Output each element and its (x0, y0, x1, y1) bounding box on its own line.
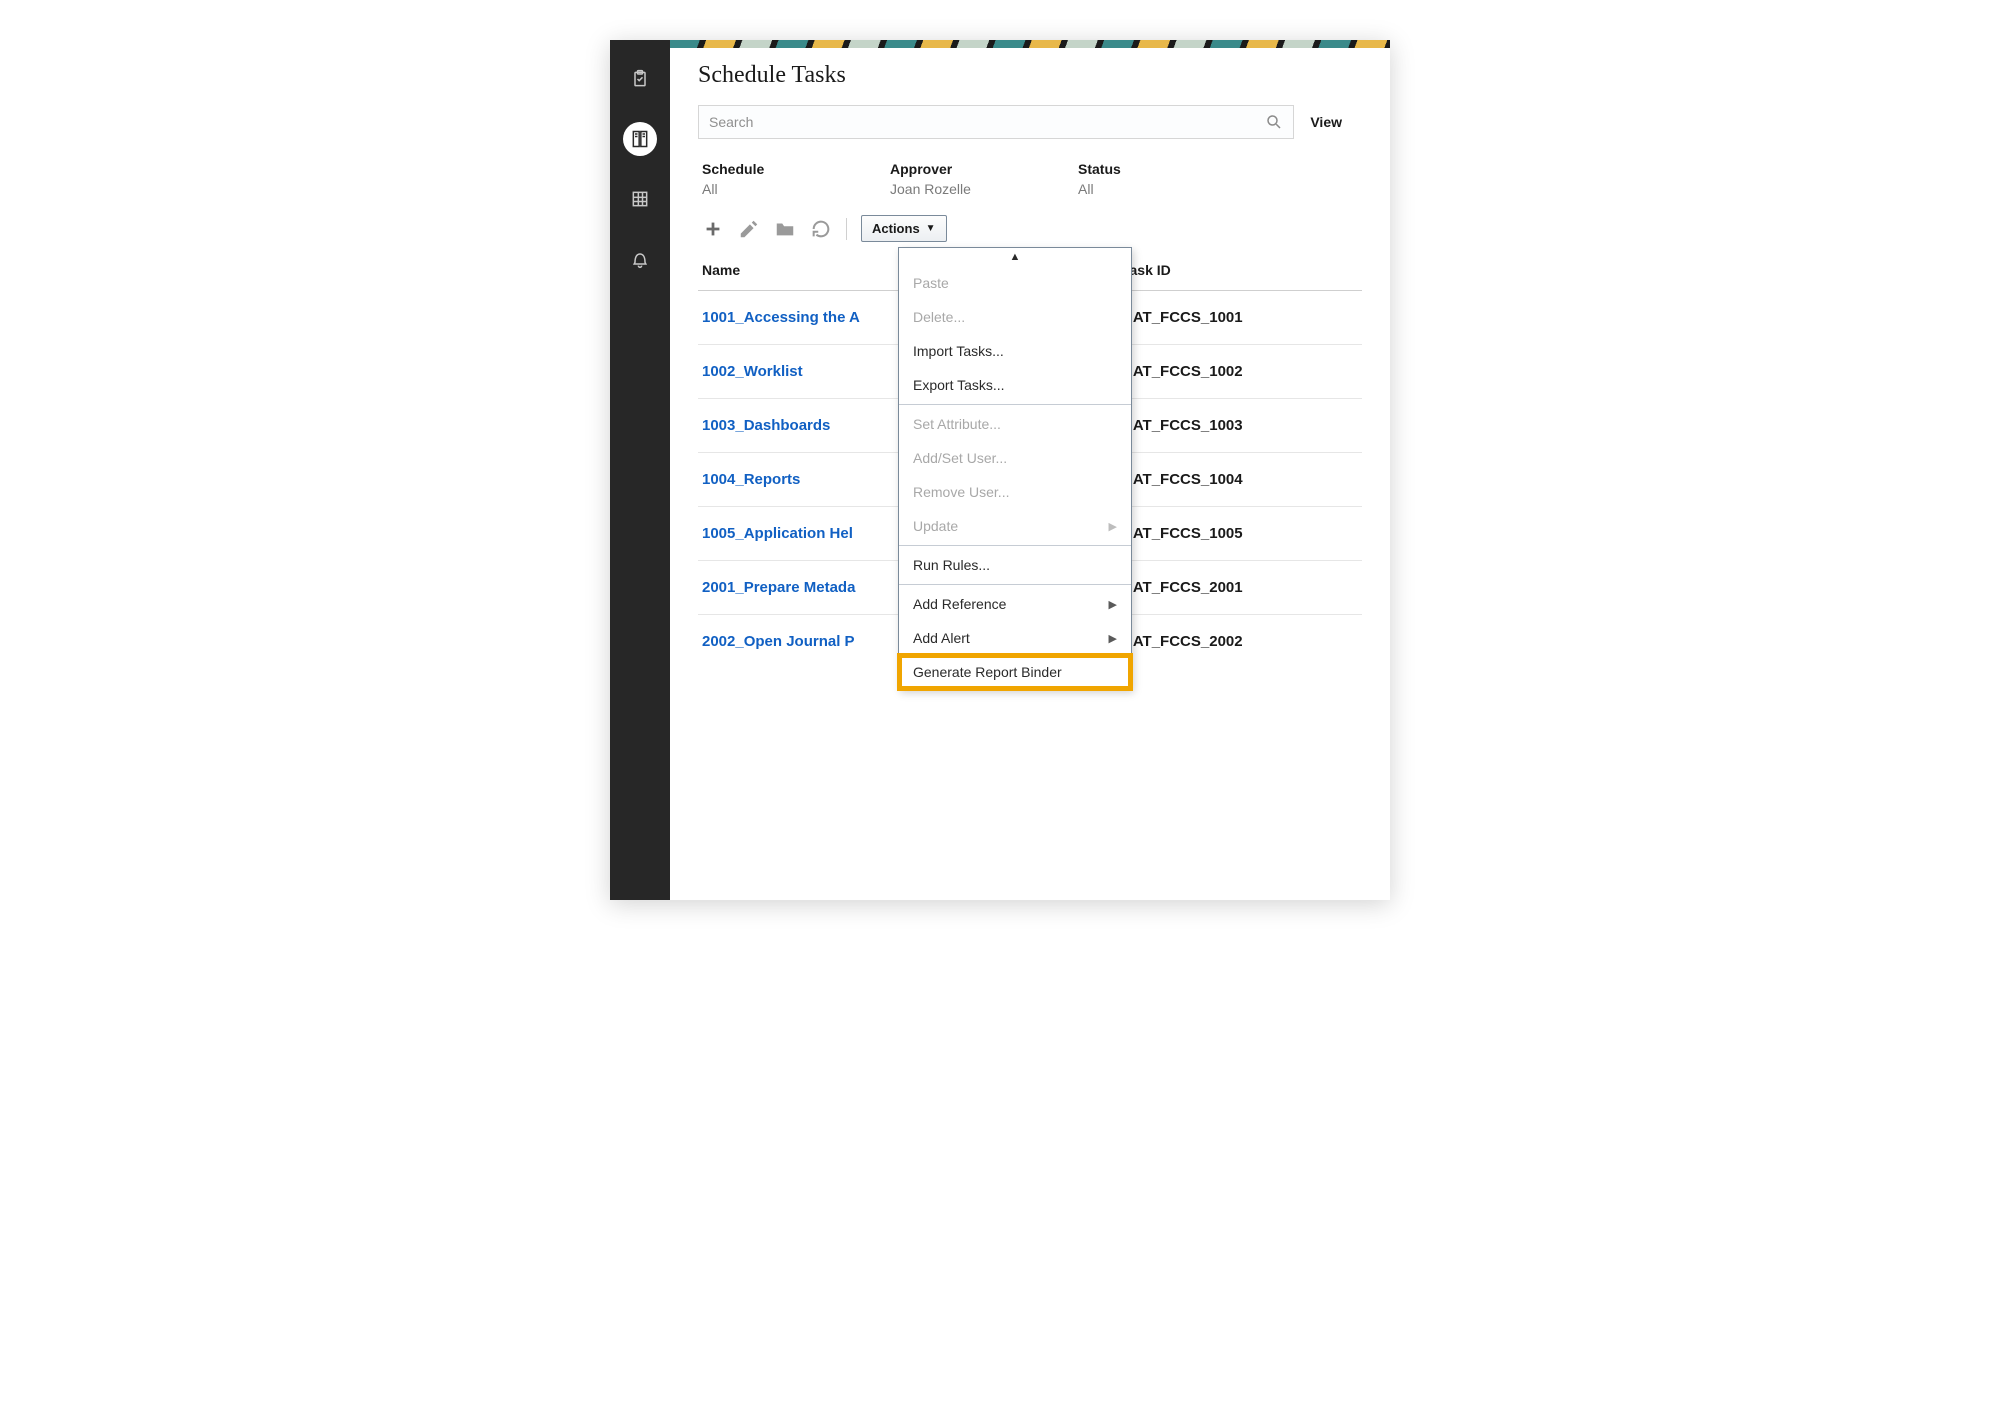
menu-scroll-up-icon[interactable]: ▲ (899, 248, 1131, 266)
menu-item[interactable]: Generate Report Binder (899, 655, 1131, 689)
plus-icon (702, 218, 724, 240)
filter-approver-value: Joan Rozelle (890, 181, 1030, 197)
main-content: Schedule Tasks View Schedule All Approve… (670, 40, 1390, 900)
task-id-value: UAT_FCCS_2002 (1122, 633, 1358, 650)
sidebar-item-notifications[interactable] (623, 242, 657, 276)
toolbar: Actions ▼ (698, 205, 1362, 252)
page-title: Schedule Tasks (698, 62, 1362, 89)
menu-divider (899, 404, 1131, 405)
menu-item-label: Add Reference (913, 596, 1006, 612)
pencil-icon (738, 218, 760, 240)
submenu-arrow-icon: ▶ (1109, 598, 1117, 611)
menu-item-label: Import Tasks... (913, 343, 1004, 359)
menu-item-label: Delete... (913, 309, 965, 325)
column-header-taskid[interactable]: Task ID (1122, 262, 1358, 278)
toolbar-add[interactable] (702, 218, 724, 240)
menu-item-label: Add Alert (913, 630, 970, 646)
menu-item: Add/Set User... (899, 441, 1131, 475)
filter-status[interactable]: Status All (1078, 161, 1218, 197)
menu-item[interactable]: Run Rules... (899, 548, 1131, 582)
menu-item-label: Paste (913, 275, 949, 291)
search-icon (1265, 113, 1283, 131)
task-id-value: UAT_FCCS_1004 (1122, 471, 1358, 488)
menu-item: Update ▶ (899, 509, 1131, 543)
app-frame: Schedule Tasks View Schedule All Approve… (610, 40, 1390, 900)
task-id-value: UAT_FCCS_1005 (1122, 525, 1358, 542)
filter-approver[interactable]: Approver Joan Rozelle (890, 161, 1030, 197)
menu-divider (899, 545, 1131, 546)
menu-item: Remove User... (899, 475, 1131, 509)
folder-icon (774, 218, 796, 240)
sidebar-item-tasks[interactable] (623, 122, 657, 156)
search-box[interactable] (698, 105, 1294, 139)
filters-row: Schedule All Approver Joan Rozelle Statu… (698, 161, 1362, 197)
book-icon (630, 129, 650, 149)
search-row: View (698, 105, 1362, 139)
filter-status-value: All (1078, 181, 1218, 197)
menu-item: Set Attribute... (899, 407, 1131, 441)
submenu-arrow-icon: ▶ (1109, 632, 1117, 645)
sidebar (610, 40, 670, 900)
menu-item-label: Remove User... (913, 484, 1009, 500)
search-input[interactable] (709, 114, 1265, 130)
filter-schedule[interactable]: Schedule All (702, 161, 842, 197)
clipboard-icon (630, 69, 650, 89)
menu-item-label: Generate Report Binder (913, 664, 1062, 680)
view-label: View (1310, 114, 1362, 130)
actions-button-label: Actions (872, 221, 920, 236)
menu-item[interactable]: Add Alert ▶ (899, 621, 1131, 655)
menu-item-label: Update (913, 518, 958, 534)
actions-menu: ▲ Paste Delete... Import Tasks... Export Ta… (898, 247, 1132, 690)
filter-approver-label: Approver (890, 161, 1030, 177)
grid-icon (630, 189, 650, 209)
menu-item-label: Run Rules... (913, 557, 990, 573)
task-id-value: UAT_FCCS_1001 (1122, 309, 1358, 326)
caret-down-icon: ▼ (926, 223, 936, 234)
menu-item-label: Export Tasks... (913, 377, 1005, 393)
toolbar-refresh[interactable] (810, 218, 832, 240)
menu-item: Paste (899, 266, 1131, 300)
refresh-icon (810, 218, 832, 240)
toolbar-edit[interactable] (738, 218, 760, 240)
menu-item-label: Add/Set User... (913, 450, 1007, 466)
task-id-value: UAT_FCCS_1003 (1122, 417, 1358, 434)
toolbar-folder[interactable] (774, 218, 796, 240)
menu-item[interactable]: Add Reference ▶ (899, 587, 1131, 621)
menu-divider (899, 584, 1131, 585)
menu-item[interactable]: Export Tasks... (899, 368, 1131, 402)
tasks-table: Name ▶ Task ID 1001_Accessing the AUAT_F… (698, 252, 1362, 668)
sidebar-item-grid[interactable] (623, 182, 657, 216)
task-id-value: UAT_FCCS_1002 (1122, 363, 1358, 380)
filter-schedule-label: Schedule (702, 161, 842, 177)
filter-status-label: Status (1078, 161, 1218, 177)
menu-item[interactable]: Import Tasks... (899, 334, 1131, 368)
task-id-value: UAT_FCCS_2001 (1122, 579, 1358, 596)
menu-item-label: Set Attribute... (913, 416, 1001, 432)
sidebar-item-clipboard[interactable] (623, 62, 657, 96)
submenu-arrow-icon: ▶ (1109, 520, 1117, 533)
filter-schedule-value: All (702, 181, 842, 197)
toolbar-separator (846, 218, 847, 240)
menu-item: Delete... (899, 300, 1131, 334)
actions-button[interactable]: Actions ▼ (861, 215, 947, 242)
bell-icon (630, 249, 650, 269)
